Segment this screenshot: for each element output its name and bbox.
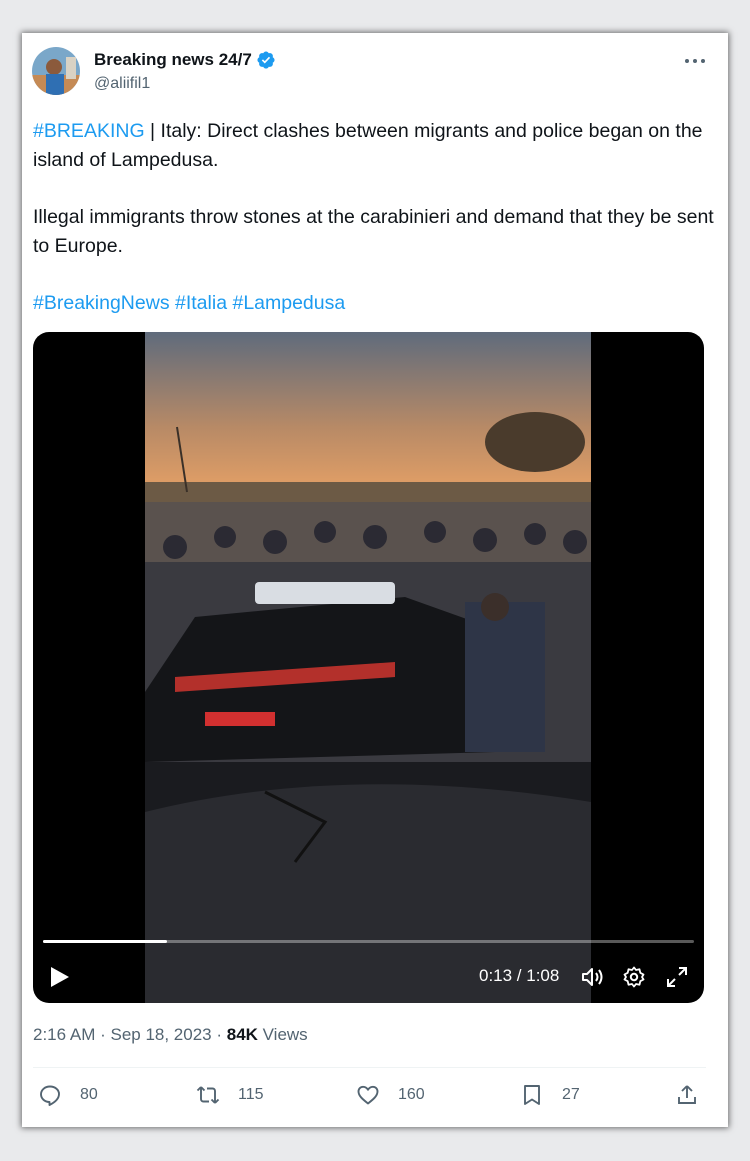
hashtag-breakingnews[interactable]: #BreakingNews <box>33 292 170 314</box>
views-count: 84K <box>226 1025 258 1044</box>
divider <box>33 1067 706 1068</box>
video-time: 0:13 / 1:08 <box>479 966 560 985</box>
settings-gear-icon[interactable] <box>622 965 646 989</box>
video-progress-bar[interactable] <box>43 940 694 943</box>
video-frame[interactable] <box>145 332 591 1003</box>
play-icon[interactable] <box>49 965 71 989</box>
tweet-text: #BREAKING | Italy: Direct clashes betwee… <box>33 117 718 318</box>
author-display-name[interactable]: Breaking news 24/7 <box>94 50 252 70</box>
author-handle[interactable]: @aliifil1 <box>94 75 150 93</box>
avatar[interactable] <box>32 47 80 95</box>
like-button[interactable]: 160 <box>356 1083 425 1107</box>
repost-icon <box>196 1086 220 1104</box>
verified-badge-icon <box>257 51 275 69</box>
video-player[interactable]: 0:13 / 1:08 <box>33 332 704 1003</box>
views-label: Views <box>257 1025 308 1044</box>
repost-button[interactable]: 115 <box>196 1083 264 1107</box>
share-button[interactable] <box>675 1083 699 1107</box>
author-name-row: Breaking news 24/7 <box>94 50 276 70</box>
tweet-text-paragraph-1: #BREAKING | Italy: Direct clashes betwee… <box>33 117 718 175</box>
tweet-meta: 2:16 AM · Sep 18, 2023 · 84K Views <box>33 1025 308 1045</box>
reply-icon <box>40 1085 60 1106</box>
tweet-text-paragraph-2: Illegal immigrants throw stones at the c… <box>33 206 714 257</box>
bookmark-count: 27 <box>562 1086 580 1103</box>
reply-button[interactable]: 80 <box>38 1083 98 1107</box>
hashtag-breaking[interactable]: #BREAKING <box>33 120 145 142</box>
volume-icon[interactable] <box>580 965 604 989</box>
hashtag-lampedusa[interactable]: #Lampedusa <box>232 292 345 314</box>
video-progress-fill <box>43 940 168 943</box>
tweet-card: Breaking news 24/7 @aliifil1 #BREAKING |… <box>22 33 728 1127</box>
reply-count: 80 <box>80 1086 98 1103</box>
tweet-hashtags: #BreakingNews #Italia #Lampedusa <box>33 289 718 318</box>
fullscreen-icon[interactable] <box>665 965 689 989</box>
repost-count: 115 <box>238 1086 264 1103</box>
bookmark-icon <box>524 1085 540 1105</box>
hashtag-italia[interactable]: #Italia <box>175 292 227 314</box>
share-icon <box>678 1085 696 1104</box>
bookmark-button[interactable]: 27 <box>520 1083 580 1107</box>
more-options-icon[interactable] <box>682 51 708 71</box>
heart-icon <box>357 1085 379 1105</box>
like-count: 160 <box>398 1086 425 1103</box>
tweet-timestamp[interactable]: 2:16 AM · Sep 18, 2023 · <box>33 1025 227 1044</box>
